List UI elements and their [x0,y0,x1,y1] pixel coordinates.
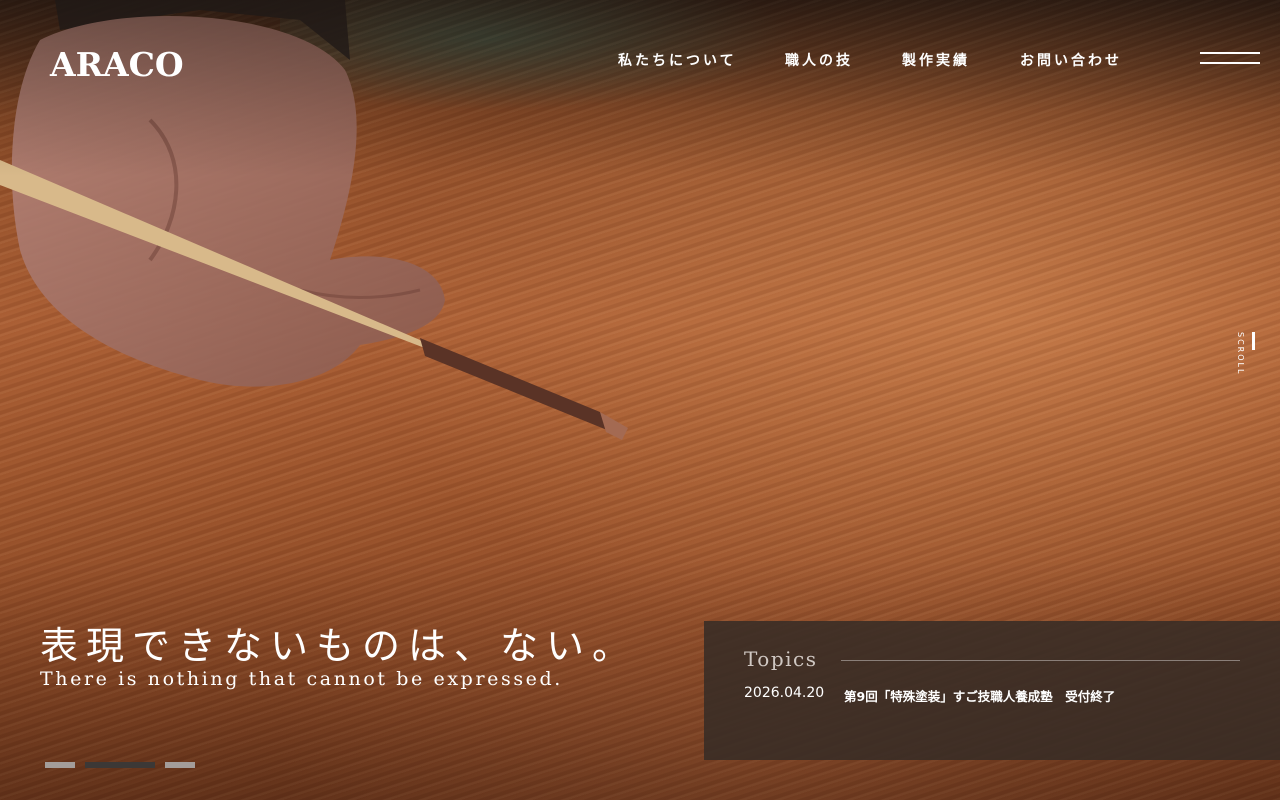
slide-dot-3[interactable] [165,762,195,768]
topics-divider [841,660,1240,661]
hero-subline: There is nothing that cannot be expresse… [40,668,563,690]
slide-dot-1[interactable] [45,762,75,768]
topics-panel: Topics 2026.04.20 第9回「特殊塗装」すご技職人養成塾 受付終了 [704,621,1280,760]
hero-headline: 表現できないものは、ない。 [40,624,639,668]
main-nav: 私たちについて 職人の技 製作実績 お問い合わせ [0,50,1280,70]
nav-link-works[interactable]: 製作実績 [902,50,970,70]
topic-date: 2026.04.20 [744,685,825,701]
scroll-label: SCROLL [1236,332,1245,376]
hamburger-menu-icon[interactable] [1200,52,1260,66]
scroll-bar-icon [1252,332,1255,350]
slide-pagination [45,762,205,768]
topic-item[interactable]: 2026.04.20 第9回「特殊塗装」すご技職人養成塾 受付終了 [744,685,1244,705]
nav-link-contact[interactable]: お問い合わせ [1020,50,1122,70]
nav-link-craft[interactable]: 職人の技 [785,50,853,70]
nav-link-about[interactable]: 私たちについて [618,50,737,70]
slide-dot-2[interactable] [85,762,155,768]
scroll-indicator[interactable]: SCROLL [1226,332,1256,392]
topic-title[interactable]: 第9回「特殊塗装」すご技職人養成塾 受付終了 [844,686,1115,705]
topics-title: Topics [744,647,818,671]
